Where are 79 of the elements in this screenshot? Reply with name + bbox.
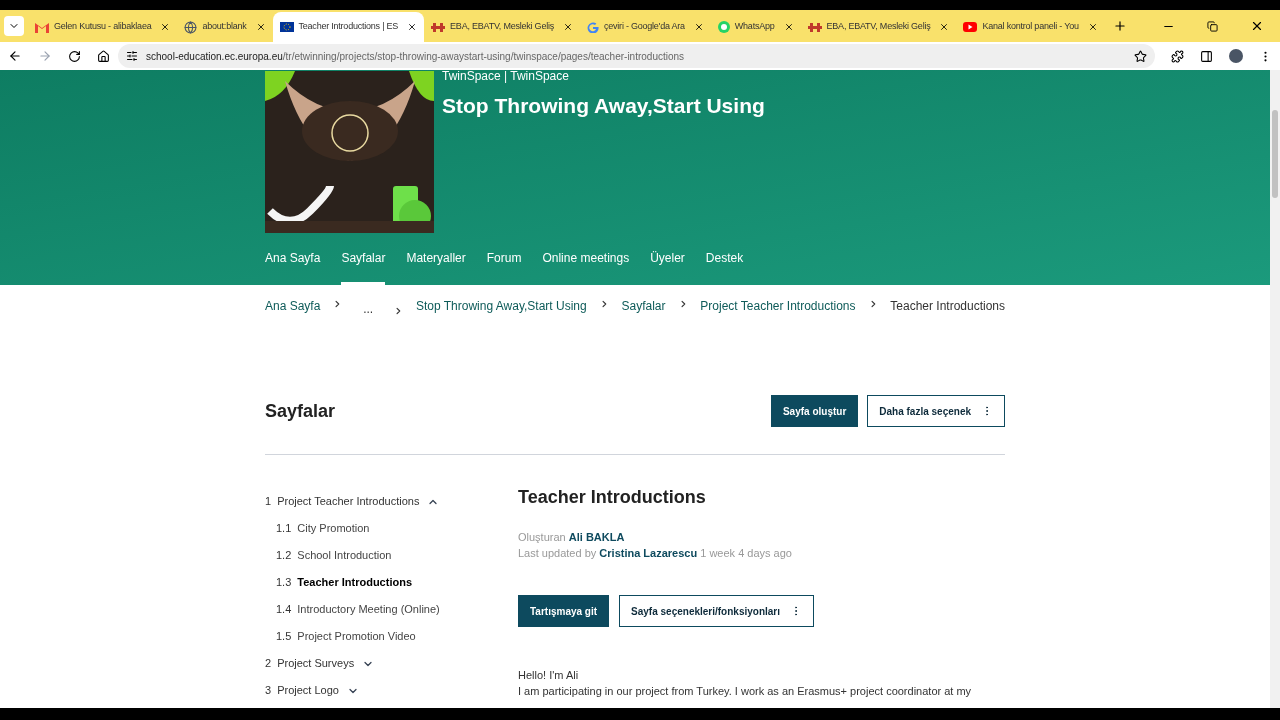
browser-tab[interactable]: about:blank xyxy=(177,12,273,42)
browser-tab[interactable]: Teacher Introductions | ES xyxy=(272,12,425,42)
close-icon[interactable] xyxy=(1087,22,1098,32)
globe-icon xyxy=(184,20,198,34)
browser-tab[interactable]: Gelen Kutusu - alibaklaea xyxy=(28,12,178,42)
create-page-button[interactable]: Sayfa oluştur xyxy=(770,395,859,427)
page-title: Teacher Introductions xyxy=(518,486,707,509)
google-icon xyxy=(587,21,599,33)
breadcrumb-link[interactable]: Sayfalar xyxy=(621,297,666,315)
page-options-button[interactable]: Sayfa seçenekleri/fonksiyonları xyxy=(619,595,815,627)
item-number: 1.1 xyxy=(276,521,292,537)
browser-tab[interactable]: EBA, EBATV, Mesleki Geliş xyxy=(800,12,957,42)
profile-avatar[interactable] xyxy=(1229,49,1243,63)
more-options-button[interactable]: Daha fazla seçenek xyxy=(867,395,1005,427)
back-icon[interactable] xyxy=(8,49,22,63)
browser-tab[interactable]: EBA, EBATV, Mesleki Geliş xyxy=(424,12,580,42)
discussion-button[interactable]: Tartışmaya git xyxy=(518,595,610,627)
nav-tab[interactable]: Ana Sayfa xyxy=(265,233,321,285)
project-title: Stop Throwing Away,Start Using xyxy=(442,93,765,119)
updated-time: 1 week 4 days ago xyxy=(700,547,792,559)
side-panel-icon[interactable] xyxy=(1200,49,1213,63)
section-heading: Sayfalar xyxy=(265,399,337,423)
breadcrumb-link[interactable]: Project Teacher Introductions xyxy=(700,297,856,315)
restore-icon[interactable] xyxy=(1207,20,1218,32)
reload-icon[interactable] xyxy=(68,49,81,63)
tree-item[interactable]: Introductory Meeting (Online) xyxy=(297,601,440,618)
tab-search-button[interactable] xyxy=(4,16,24,36)
home-icon[interactable] xyxy=(97,49,110,63)
tree-item[interactable]: 2 Project Surveys xyxy=(265,650,518,677)
author-link[interactable]: Ali BAKLA xyxy=(568,531,625,543)
close-icon[interactable] xyxy=(407,22,418,32)
space-kicker: TwinSpace | TwinSpace xyxy=(442,70,570,82)
close-icon[interactable] xyxy=(1250,19,1264,33)
nav-tab[interactable]: Online meetings xyxy=(542,233,630,285)
nav-tab[interactable]: Forum xyxy=(486,233,522,285)
item-number: 1.3 xyxy=(276,575,292,591)
play-icon xyxy=(963,22,978,32)
created-label: Oluşturan xyxy=(518,531,566,543)
chat-icon xyxy=(717,21,730,33)
tree-item[interactable]: 3 Project Logo xyxy=(265,677,518,704)
body-text: I am participating in our project from Turkey. I work as an Erasmus+ project coordinator at my xyxy=(518,684,973,699)
tree-item[interactable]: School Introduction xyxy=(297,547,392,564)
close-icon[interactable] xyxy=(563,22,573,32)
mail-icon xyxy=(35,21,49,33)
breadcrumb-current: Teacher Introductions xyxy=(890,298,1006,315)
breadcrumb-link[interactable]: Stop Throwing Away,Start Using xyxy=(415,297,587,315)
close-icon[interactable] xyxy=(160,22,171,32)
nav-tab[interactable]: Destek xyxy=(705,233,744,285)
logo-icon xyxy=(807,22,822,32)
close-icon[interactable] xyxy=(939,22,950,32)
close-icon[interactable] xyxy=(783,22,794,32)
close-icon[interactable] xyxy=(255,22,266,32)
item-number: 1.5 xyxy=(276,629,292,645)
item-number: 1.2 xyxy=(276,548,292,564)
nav-tab[interactable]: Üyeler xyxy=(650,233,685,285)
logo-icon xyxy=(431,22,446,32)
body-text: Hello! I'm Ali xyxy=(518,668,580,683)
new-tab-icon[interactable] xyxy=(1112,19,1127,33)
site-settings-icon[interactable] xyxy=(126,50,138,62)
editor-link[interactable]: Cristina Lazarescu xyxy=(599,547,698,559)
nav-tab[interactable]: Sayfalar xyxy=(341,233,386,285)
updated-label: Last updated by xyxy=(518,547,597,559)
tree-item[interactable]: City Promotion xyxy=(297,520,370,537)
breadcrumb-ellipsis[interactable]: ... xyxy=(355,300,382,318)
item-number: 1.4 xyxy=(276,602,292,618)
extensions-icon[interactable] xyxy=(1171,49,1184,63)
bookmark-star-icon[interactable] xyxy=(1134,49,1147,63)
breadcrumb-link[interactable]: Ana Sayfa xyxy=(265,297,321,315)
browser-tab[interactable]: Kanal kontrol paneli - You xyxy=(956,12,1105,42)
tree-item[interactable]: 1 Project Teacher Introductions xyxy=(265,488,518,515)
flag-icon xyxy=(279,22,294,32)
close-icon[interactable] xyxy=(693,22,704,32)
browser-tab[interactable]: WhatsApp xyxy=(710,12,801,42)
tree-item[interactable]: Teacher Introductions xyxy=(297,574,412,591)
tree-item[interactable]: Project Promotion Video xyxy=(297,628,416,645)
nav-tab[interactable]: Materyaller xyxy=(406,233,466,285)
address-bar[interactable]: school-education.ec.europa.eu/tr/etwinning/projects/stop-throwing-awaystart-using/twinspace/pages/teacher-introductions xyxy=(118,44,1155,68)
scrollbar[interactable] xyxy=(1270,70,1280,708)
browser-tab[interactable]: çeviri - Google'da Ara xyxy=(580,12,711,42)
